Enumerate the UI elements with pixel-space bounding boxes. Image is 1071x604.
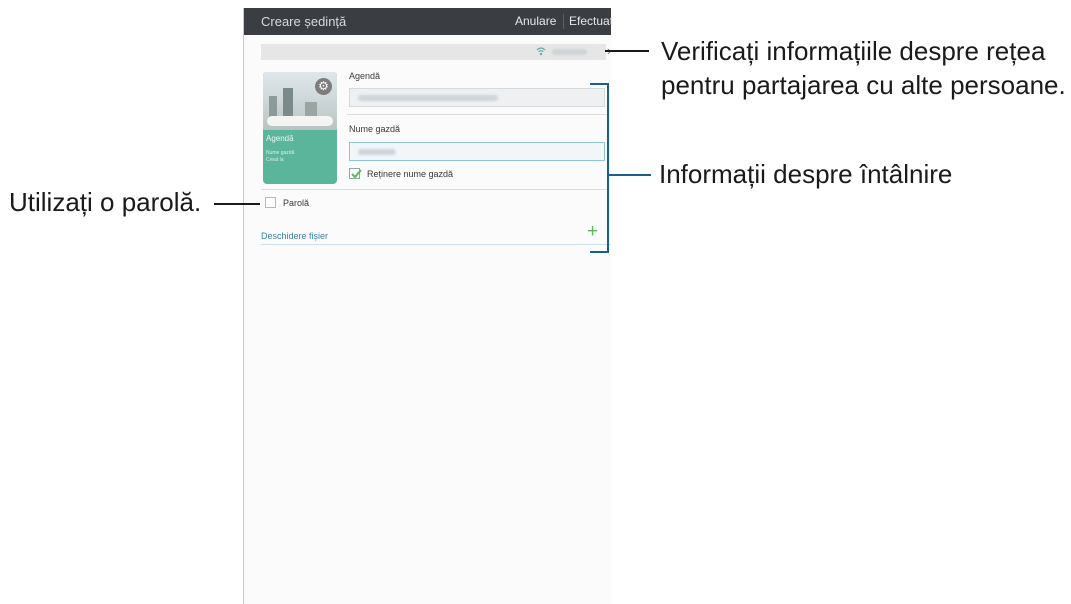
- device-screen: Creare ședință Anulare Efectuat › ⚙ Agen…: [243, 8, 613, 604]
- password-callout: Utilizați o parolă.: [9, 187, 202, 217]
- cancel-button[interactable]: Anulare: [515, 14, 556, 28]
- action-separator: [563, 14, 564, 29]
- divider: [347, 114, 609, 115]
- done-button[interactable]: Efectuat: [569, 14, 613, 28]
- network-info-callout-line2: pentru partajarea cu alte persoane.: [661, 70, 1066, 100]
- meeting-info-callout: Informații despre întâlnire: [659, 159, 953, 189]
- agenda-input[interactable]: [349, 88, 605, 107]
- action-bar: Creare ședință Anulare Efectuat: [244, 8, 613, 35]
- open-file-underline: [261, 244, 611, 245]
- network-info-callout: Verificați informațiile despre rețea pen…: [661, 34, 1066, 102]
- open-file-link[interactable]: Deschidere fișier: [261, 231, 328, 241]
- network-callout-line: [605, 50, 649, 52]
- thumbnail-host: Nume gazdă: [266, 150, 295, 156]
- agenda-label: Agendă: [349, 71, 381, 81]
- host-input[interactable]: [349, 142, 605, 161]
- thumbnail-created: Creat la: [266, 157, 284, 163]
- plus-icon[interactable]: +: [587, 222, 598, 241]
- remember-host-label[interactable]: Reținere nume gazdă: [367, 169, 453, 179]
- divider: [261, 189, 609, 190]
- network-name-blurred: [552, 49, 587, 55]
- gear-icon[interactable]: ⚙: [315, 78, 332, 95]
- bracket-bottom: [590, 251, 609, 253]
- password-checkbox[interactable]: [265, 197, 276, 208]
- photo-detail: [267, 116, 333, 126]
- meeting-callout-line: [607, 174, 651, 176]
- meeting-thumbnail[interactable]: ⚙ Agendă Nume gazdă Creat la: [263, 72, 337, 184]
- wifi-icon: [536, 47, 546, 56]
- screen-title: Creare ședință: [261, 14, 347, 29]
- password-label[interactable]: Parolă: [283, 198, 309, 208]
- network-info-callout-line1: Verificați informațiile despre rețea: [661, 36, 1046, 66]
- network-info-bar[interactable]: ›: [261, 43, 611, 60]
- remember-host-checkbox[interactable]: [349, 168, 362, 179]
- bracket-vertical: [607, 83, 609, 253]
- agenda-value-blurred: [358, 95, 498, 101]
- host-label: Nume gazdă: [349, 124, 401, 134]
- host-value-blurred: [358, 149, 396, 155]
- check-icon: [351, 169, 362, 179]
- thumbnail-agenda: Agendă: [266, 134, 294, 143]
- password-callout-line: [214, 203, 260, 205]
